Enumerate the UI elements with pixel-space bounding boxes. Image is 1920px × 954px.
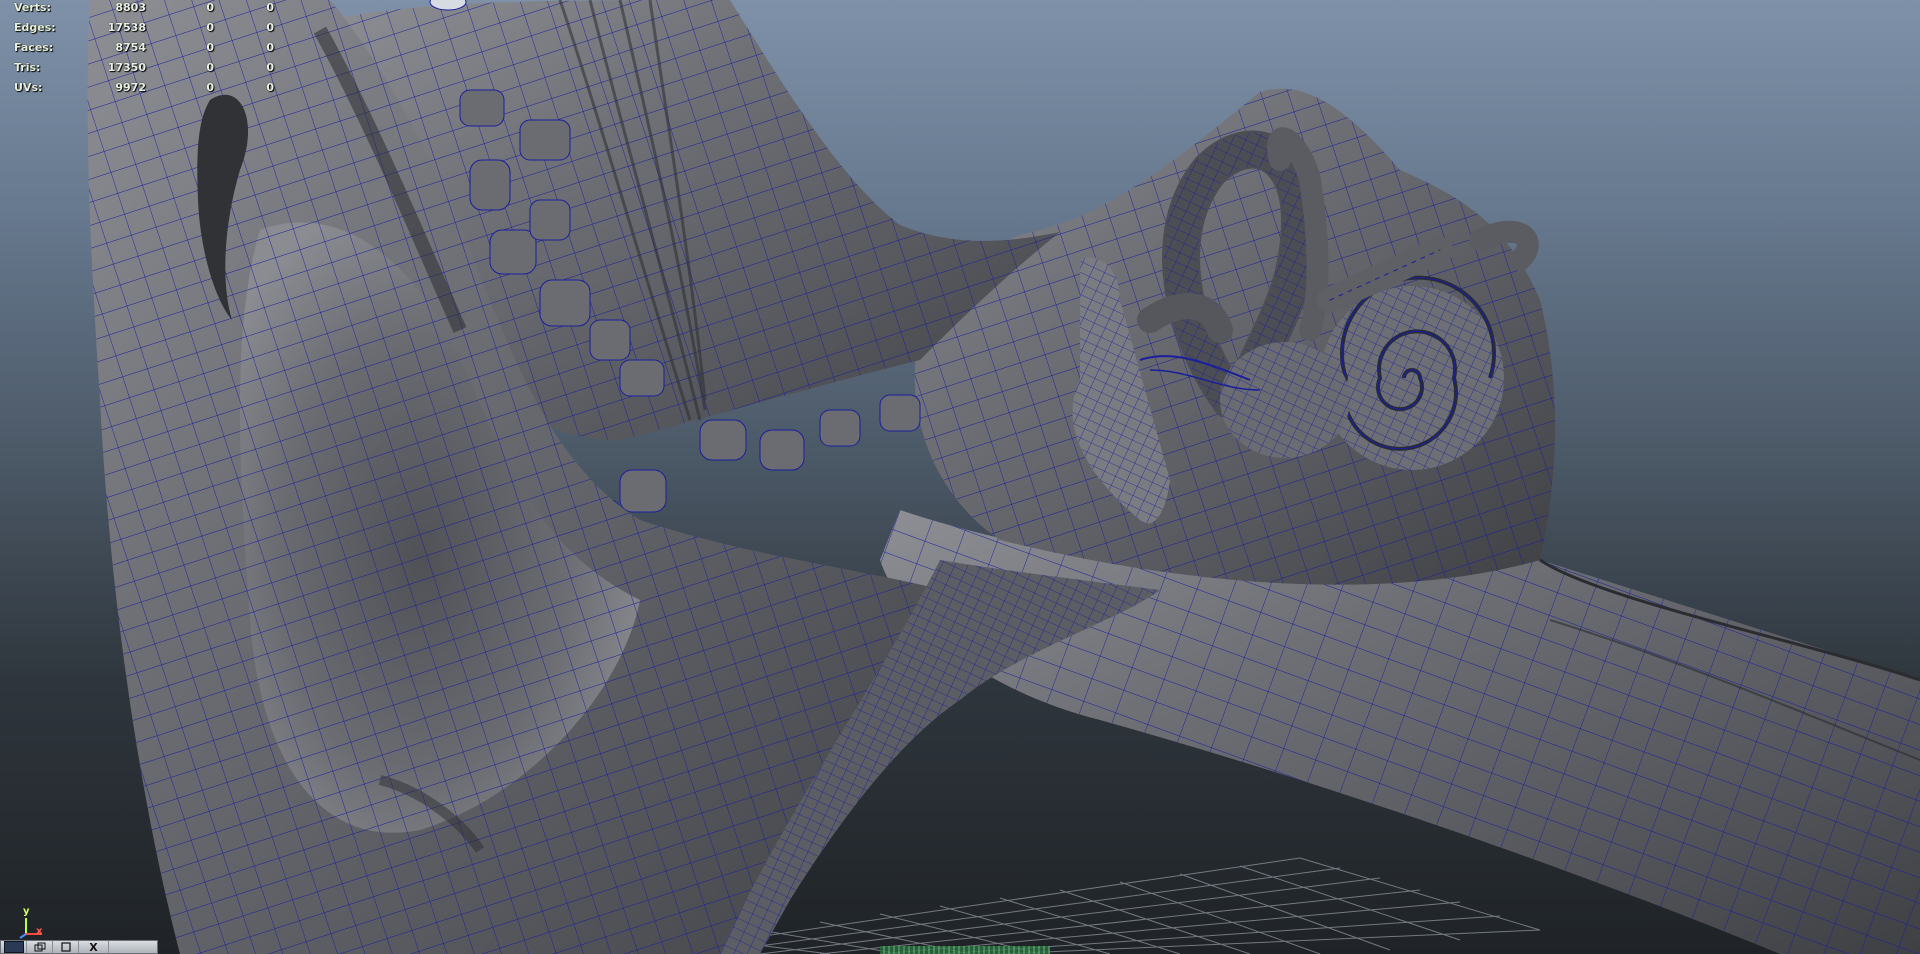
- close-button[interactable]: X: [79, 941, 109, 954]
- vestibule: [1220, 342, 1350, 458]
- axis-y-label: y: [23, 906, 30, 917]
- hud-label: Edges:: [14, 21, 56, 34]
- hud-value: 8754: [115, 41, 146, 54]
- hud-label: Faces:: [14, 41, 54, 54]
- ear-model-render[interactable]: [0, 0, 1920, 954]
- hud-value: 0: [206, 41, 214, 54]
- hud-value: 0: [266, 41, 274, 54]
- hud-value: 17538: [107, 21, 146, 34]
- axis-lines-icon: [19, 918, 42, 939]
- hud-value: 0: [266, 61, 274, 74]
- hud-value: 9972: [115, 81, 146, 94]
- hud-label: UVs:: [14, 81, 43, 94]
- maximize-icon: [60, 942, 71, 952]
- grid-highlight-strip: [880, 946, 1050, 954]
- hud-value: 0: [206, 1, 214, 14]
- app-icon-button[interactable]: [1, 941, 27, 953]
- hud-value: 17350: [107, 61, 146, 74]
- hud-value: 0: [266, 81, 274, 94]
- axis-gizmo: y x: [10, 906, 50, 940]
- restore-icon: [34, 942, 45, 952]
- restore-button[interactable]: [27, 941, 53, 953]
- hud-value: 0: [266, 1, 274, 14]
- 3d-viewport[interactable]: Verts: 8803 0 0 Edges: 17538 0 0 Faces: …: [0, 0, 1920, 954]
- hud-value: 8803: [115, 1, 146, 14]
- hud-label: Verts:: [14, 1, 52, 14]
- hud-value: 0: [266, 21, 274, 34]
- hud-value: 0: [206, 81, 214, 94]
- app-icon: [3, 941, 24, 953]
- maximize-button[interactable]: [53, 941, 79, 953]
- axis-x-label: x: [36, 926, 43, 937]
- hud-value: 0: [206, 61, 214, 74]
- hud-label: Tris:: [14, 61, 41, 74]
- hud-value: 0: [206, 21, 214, 34]
- minimized-window-bar[interactable]: X: [0, 940, 158, 954]
